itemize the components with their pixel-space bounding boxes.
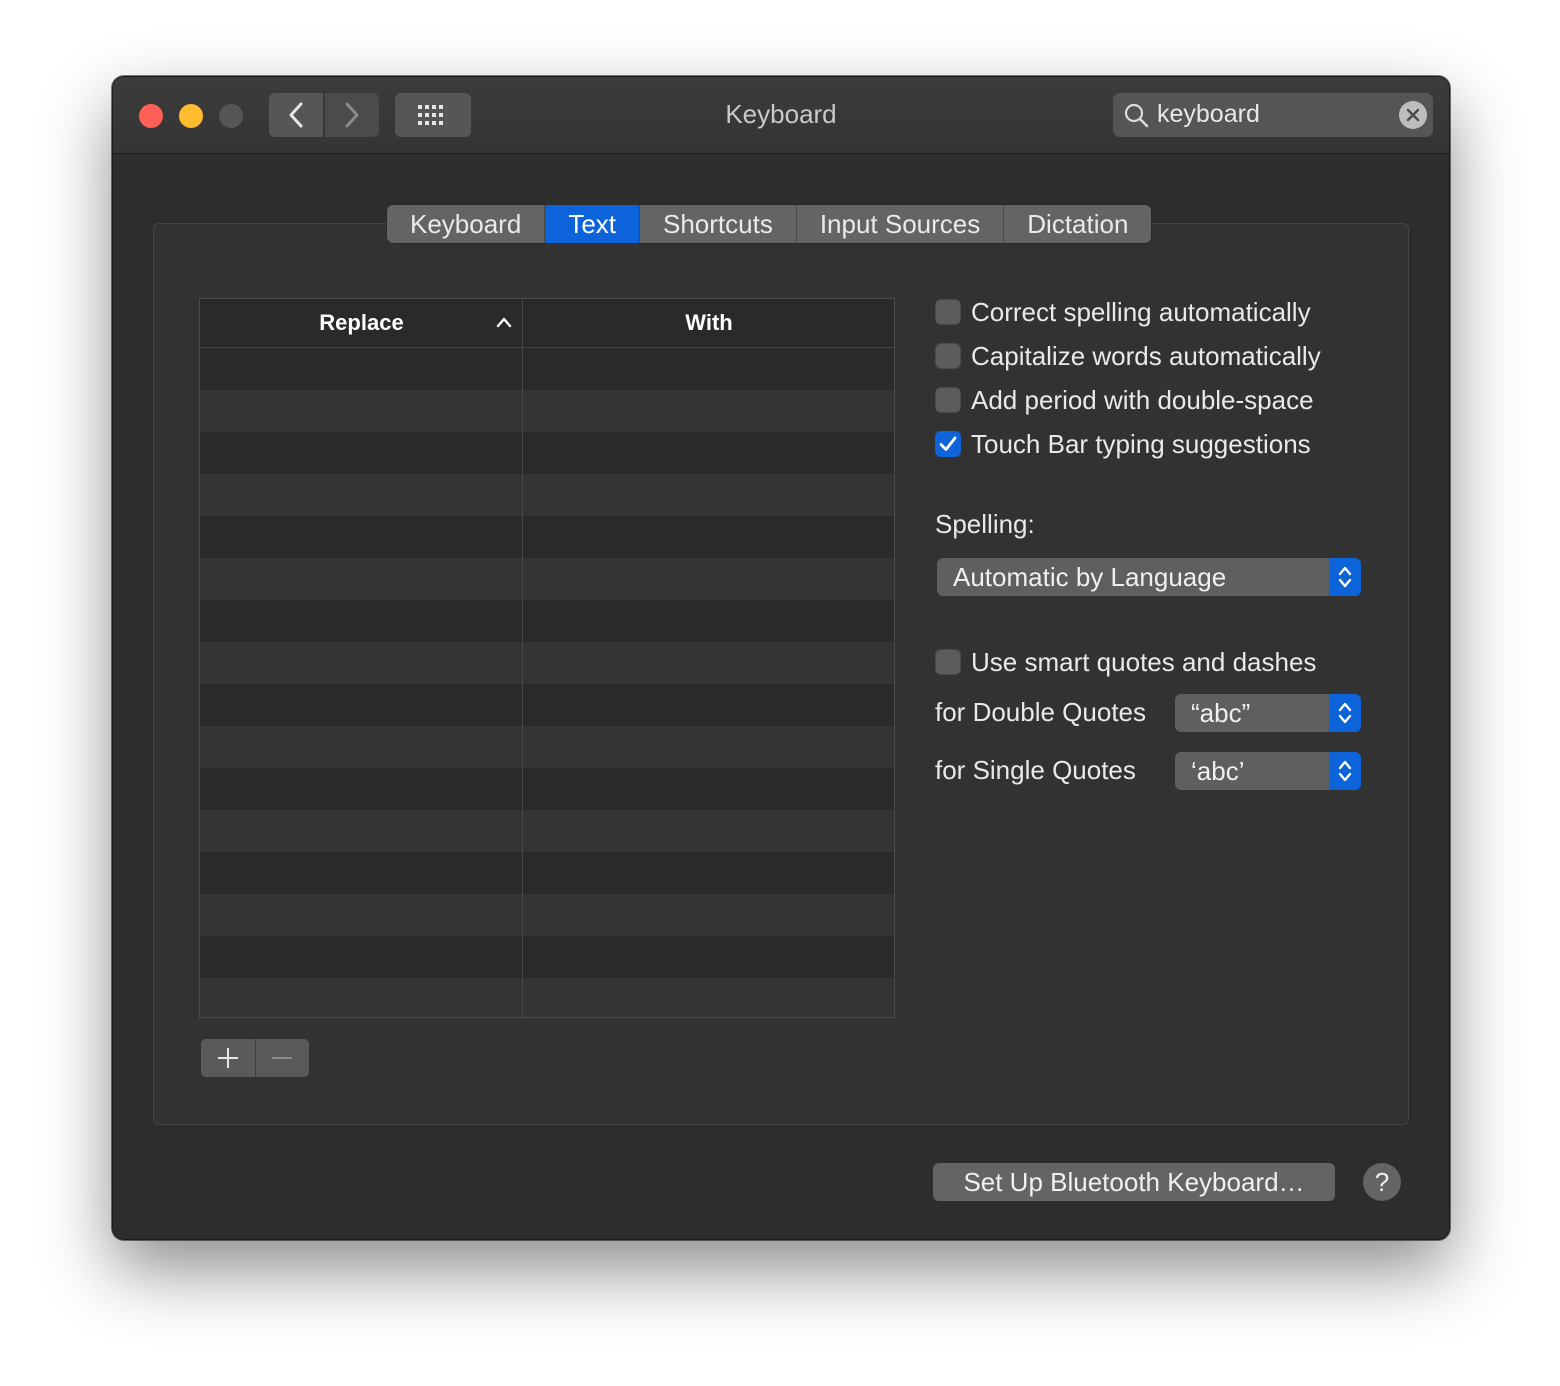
minus-icon — [272, 1057, 293, 1059]
touch-bar-option[interactable]: Touch Bar typing suggestions — [935, 428, 1311, 460]
table-row[interactable] — [200, 600, 894, 642]
table-row[interactable] — [200, 852, 894, 894]
table-row[interactable] — [200, 894, 894, 936]
text-replacement-table[interactable]: Replace With — [199, 298, 895, 1018]
tab-shortcuts[interactable]: Shortcuts — [640, 205, 797, 243]
table-row[interactable] — [200, 474, 894, 516]
table-row[interactable] — [200, 936, 894, 978]
title-bar: Keyboard — [113, 77, 1449, 154]
setup-bluetooth-keyboard-button[interactable]: Set Up Bluetooth Keyboard… — [933, 1163, 1335, 1201]
up-down-chevron-icon — [1338, 760, 1352, 782]
spelling-popup[interactable]: Automatic by Language — [937, 558, 1361, 596]
column-header-with[interactable]: With — [524, 299, 894, 347]
tab-dictation[interactable]: Dictation — [1004, 205, 1152, 243]
table-row[interactable] — [200, 978, 894, 1017]
double-quotes-popup[interactable]: “abc” — [1175, 694, 1361, 732]
capitalize-words-label: Capitalize words automatically — [971, 340, 1321, 371]
column-divider — [522, 299, 523, 1017]
table-row[interactable] — [200, 516, 894, 558]
up-down-chevron-icon — [1338, 566, 1352, 588]
single-quotes-label: for Single Quotes — [935, 755, 1136, 785]
sort-ascending-icon — [496, 317, 512, 328]
tab-bar: Keyboard Text Shortcuts Input Sources Di… — [387, 205, 1152, 243]
popup-stepper — [1329, 558, 1361, 596]
tab-text[interactable]: Text — [545, 205, 640, 243]
table-row[interactable] — [200, 684, 894, 726]
capitalize-words-option[interactable]: Capitalize words automatically — [935, 340, 1321, 372]
double-quotes-value: “abc” — [1191, 698, 1251, 728]
checkmark-icon — [939, 436, 957, 451]
add-period-checkbox[interactable] — [935, 387, 961, 413]
correct-spelling-label: Correct spelling automatically — [971, 296, 1311, 327]
add-period-option[interactable]: Add period with double-space — [935, 384, 1314, 416]
smart-quotes-label: Use smart quotes and dashes — [971, 646, 1317, 677]
smart-quotes-checkbox[interactable] — [935, 649, 961, 675]
tab-input-sources[interactable]: Input Sources — [796, 205, 1005, 243]
table-row[interactable] — [200, 558, 894, 600]
tab-keyboard[interactable]: Keyboard — [387, 205, 546, 243]
search-field[interactable] — [1113, 93, 1433, 137]
table-row[interactable] — [200, 768, 894, 810]
touch-bar-label: Touch Bar typing suggestions — [971, 428, 1311, 459]
close-icon — [1406, 108, 1420, 122]
clear-search-button[interactable] — [1399, 101, 1427, 129]
table-row[interactable] — [200, 726, 894, 768]
touch-bar-checkbox[interactable] — [935, 431, 961, 457]
capitalize-words-checkbox[interactable] — [935, 343, 961, 369]
correct-spelling-option[interactable]: Correct spelling automatically — [935, 296, 1311, 328]
add-remove-control — [201, 1039, 309, 1077]
preferences-window: Keyboard Keyboard Text Shortcuts Input S… — [112, 76, 1450, 1240]
popup-stepper — [1329, 694, 1361, 732]
spelling-label: Spelling: — [935, 509, 1035, 539]
table-header: Replace With — [200, 299, 894, 348]
single-quotes-popup[interactable]: ‘abc’ — [1175, 752, 1361, 790]
plus-icon — [217, 1048, 238, 1068]
popup-stepper — [1329, 752, 1361, 790]
column-header-replace[interactable]: Replace — [200, 299, 523, 347]
table-row[interactable] — [200, 642, 894, 684]
single-quotes-value: ‘abc’ — [1191, 756, 1245, 786]
table-rows — [200, 348, 894, 1017]
table-row[interactable] — [200, 390, 894, 432]
double-quotes-label: for Double Quotes — [935, 697, 1147, 727]
remove-button[interactable] — [256, 1039, 310, 1077]
add-period-label: Add period with double-space — [971, 384, 1314, 415]
table-row[interactable] — [200, 348, 894, 390]
correct-spelling-checkbox[interactable] — [935, 299, 961, 325]
smart-quotes-option[interactable]: Use smart quotes and dashes — [935, 646, 1316, 678]
table-row[interactable] — [200, 432, 894, 474]
search-icon — [1124, 103, 1149, 128]
add-button[interactable] — [201, 1039, 256, 1077]
search-input[interactable] — [1157, 97, 1387, 131]
table-row[interactable] — [200, 810, 894, 852]
up-down-chevron-icon — [1338, 702, 1352, 724]
spelling-value: Automatic by Language — [953, 562, 1227, 592]
help-button[interactable]: ? — [1363, 1163, 1401, 1201]
